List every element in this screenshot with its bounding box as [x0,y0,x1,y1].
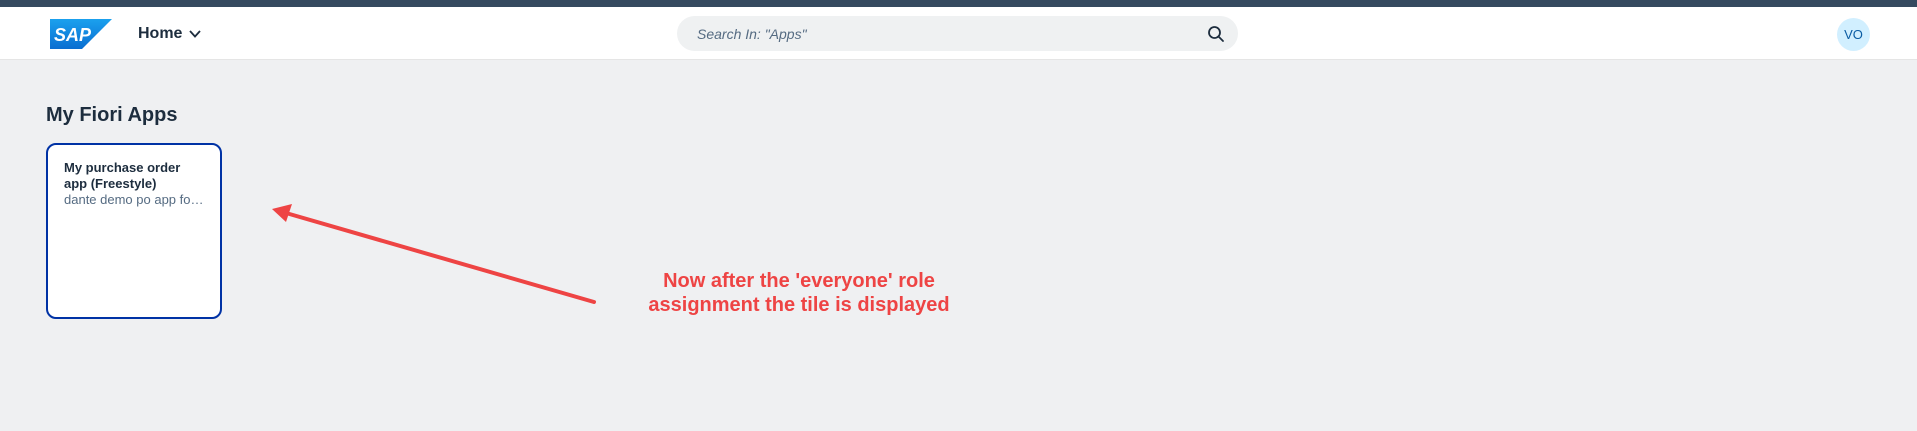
home-label: Home [138,25,183,42]
chevron-down-icon [189,30,202,38]
sap-logo[interactable]: SAP [50,19,112,49]
tile-title: My purchase order app (Freestyle) [64,160,181,191]
tile-subtitle: dante demo po app for ... [64,192,204,207]
search-field [677,16,1238,51]
annotation-text: Now after the 'everyone' role assignment… [648,270,950,316]
annotation-arrow [272,204,596,304]
shell-bar: SAP Home VO [0,7,1917,60]
avatar-initials: VO [1844,27,1863,42]
search-icon[interactable] [1206,24,1226,44]
logo-text: SAP [54,25,92,45]
app-tile-purchase-order[interactable]: My purchase order app (Freestyle) dante … [46,143,222,319]
search-input[interactable] [677,16,1197,51]
home-menu-button[interactable]: Home [138,23,202,45]
top-strip [0,0,1917,7]
user-avatar[interactable]: VO [1837,18,1870,51]
section-title: My Fiori Apps [46,104,178,126]
